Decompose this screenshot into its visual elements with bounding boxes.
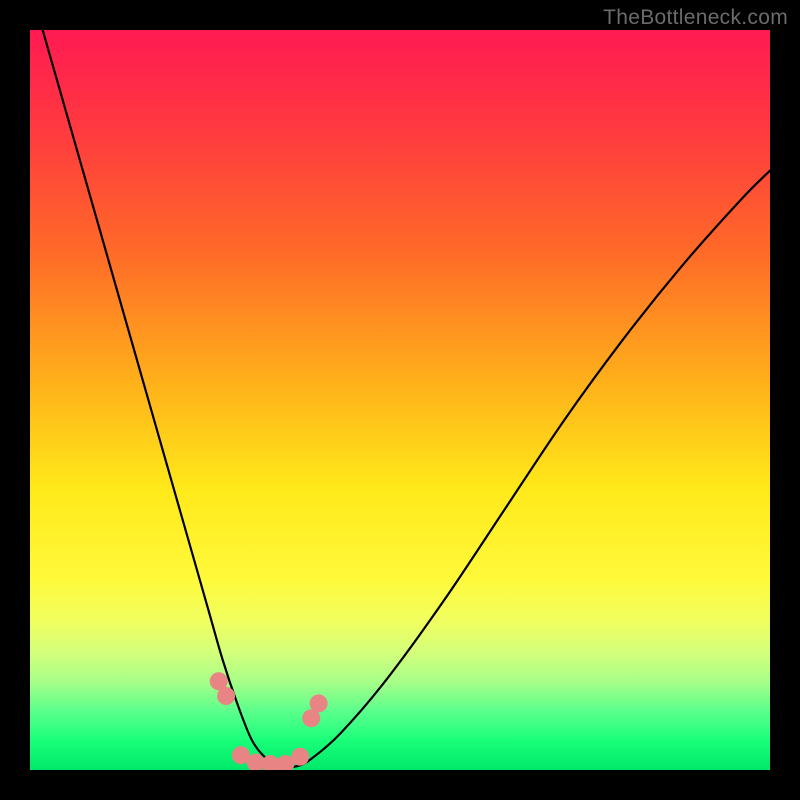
bottleneck-curve: [30, 30, 770, 767]
marker-dot: [276, 755, 294, 770]
chart-frame: TheBottleneck.com: [0, 0, 800, 800]
chart-svg: [30, 30, 770, 770]
marker-dot: [310, 694, 328, 712]
plot-area: [30, 30, 770, 770]
marker-dots-group: [210, 672, 328, 770]
marker-dot: [232, 746, 250, 764]
marker-dot: [210, 672, 228, 690]
marker-dot: [247, 754, 265, 770]
marker-dot: [217, 687, 235, 705]
watermark-text: TheBottleneck.com: [603, 6, 788, 30]
marker-dot: [302, 709, 320, 727]
marker-dot: [262, 755, 280, 770]
marker-dot: [291, 748, 309, 766]
